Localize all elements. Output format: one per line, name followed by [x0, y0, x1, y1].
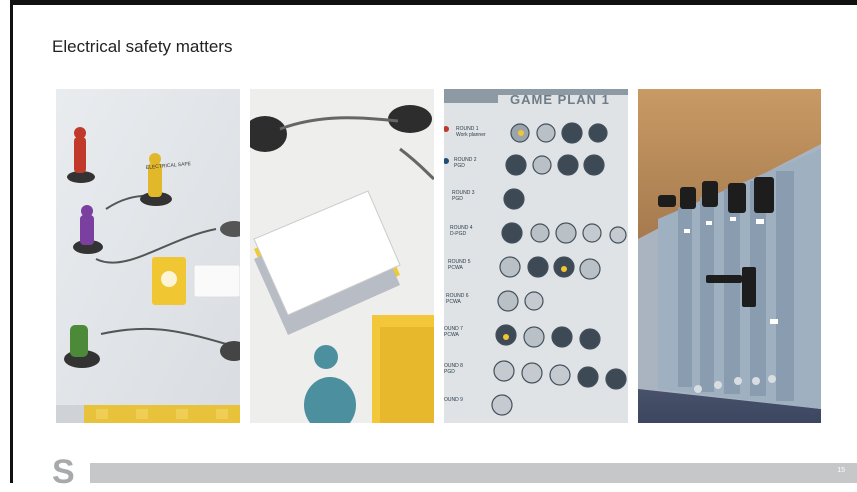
- round-3-sub: PGD: [452, 196, 463, 202]
- round-8-sub: PGD: [444, 369, 455, 375]
- photo-game-plan-sheet: GAME PLAN 1 ROUND 1 Work planner ROUND 2…: [444, 89, 628, 423]
- round-1-sub: Work planner: [456, 132, 486, 138]
- slide-title: Electrical safety matters: [52, 37, 233, 56]
- page-number: 15: [837, 467, 845, 474]
- round-6-sub: PCWA: [446, 299, 461, 305]
- round-7-sub: PCWA: [444, 332, 459, 338]
- round-2-sub: PGD: [454, 163, 465, 169]
- photo-switchgear-model: [638, 89, 821, 423]
- company-logo: S: [52, 453, 75, 491]
- game-plan-heading: GAME PLAN 1: [510, 92, 610, 107]
- slide-top-border: [10, 0, 857, 5]
- round-5-sub: PCWA: [448, 265, 463, 271]
- photo-question-cards: [250, 89, 434, 423]
- round-4-sub: D-PGD: [450, 231, 467, 237]
- footer-bar: 15: [90, 463, 857, 483]
- round-9-label: OUND 9: [444, 397, 463, 403]
- photo-board-game-figures: ELECTRICAL SAFE: [56, 89, 240, 423]
- slide-left-border: [10, 0, 13, 483]
